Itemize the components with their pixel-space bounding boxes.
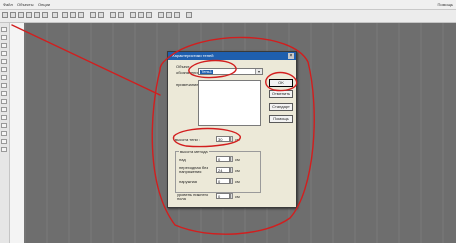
annotation-arrow-line: [11, 24, 161, 96]
annotation-circle-name: [188, 59, 237, 79]
annotation-overlay: [11, 24, 315, 235]
annotation-circle-ok: [265, 71, 298, 92]
annotation-circle-height: [172, 127, 241, 148]
annotation-circle-dialog: [151, 36, 315, 235]
